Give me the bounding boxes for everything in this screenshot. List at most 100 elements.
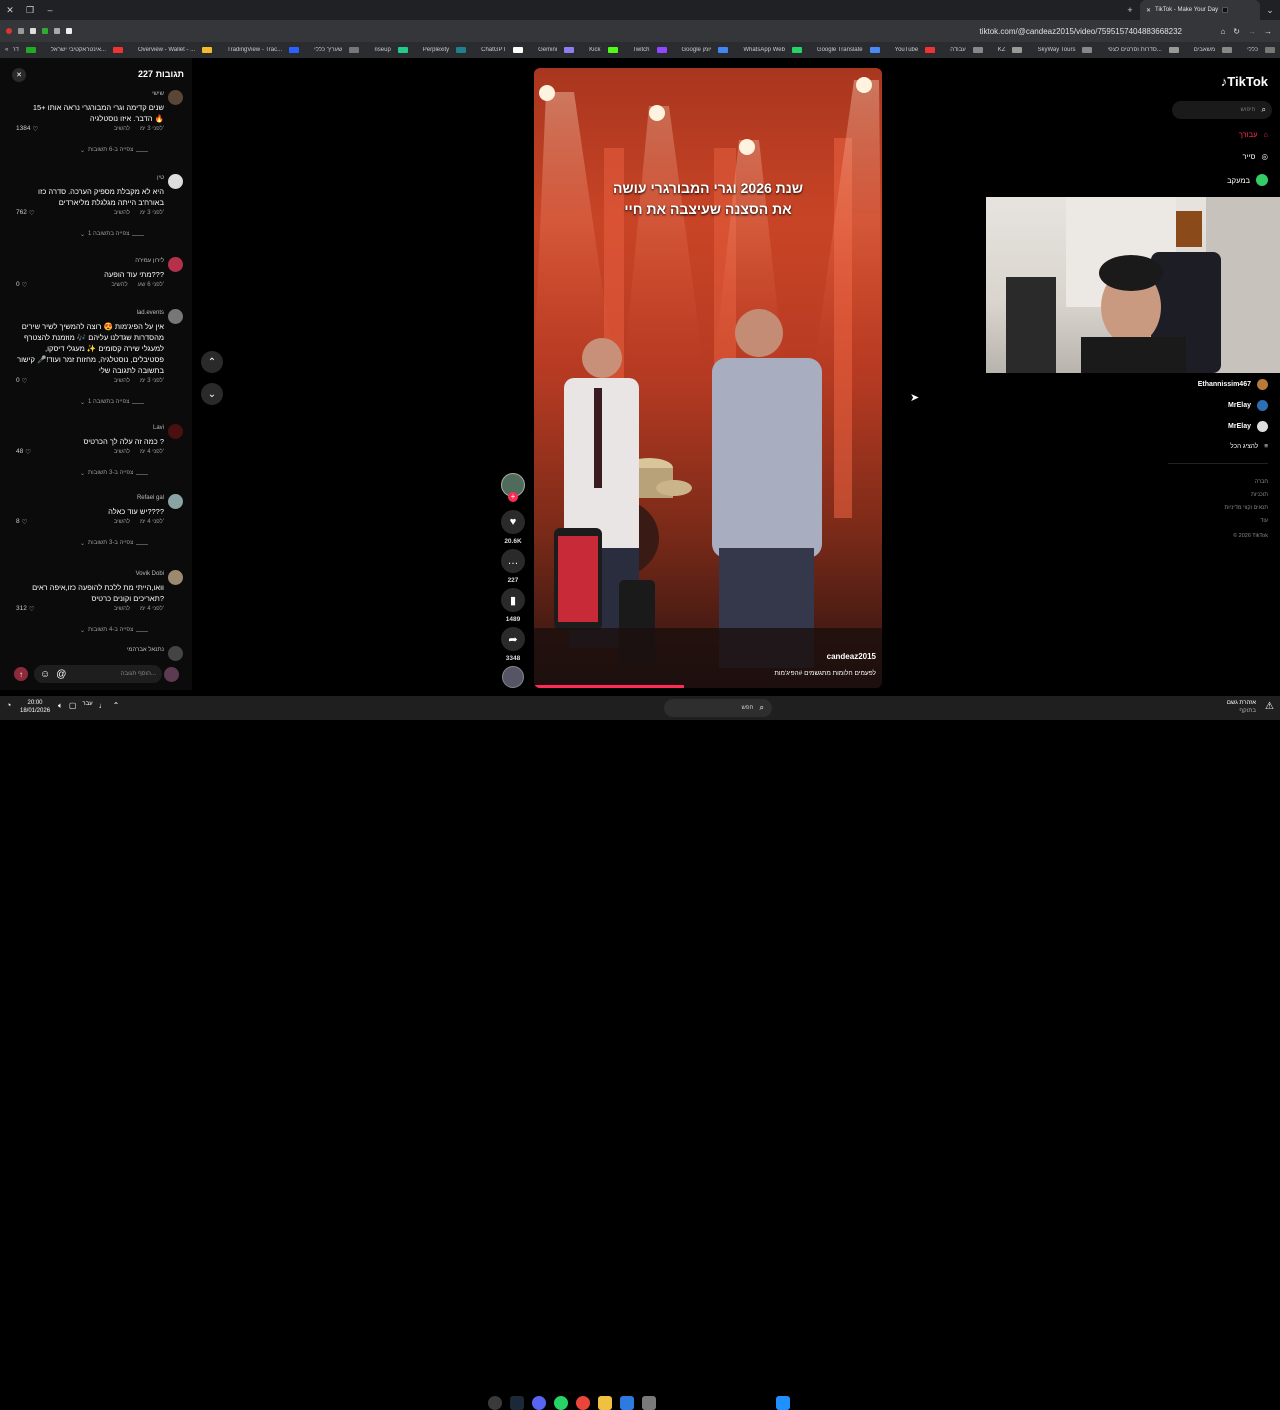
bookmark-item[interactable]: Google Translate bbox=[807, 47, 885, 53]
minimize-icon[interactable]: – bbox=[40, 0, 60, 20]
comment-like-button[interactable]: 312 ♡ bbox=[16, 605, 35, 613]
following-item[interactable]: MrElay bbox=[1228, 421, 1268, 432]
comment-username[interactable]: לירון עמירה bbox=[135, 258, 164, 264]
footer-link[interactable]: תוכניות bbox=[1224, 489, 1268, 502]
footer-link[interactable]: חברה bbox=[1224, 476, 1268, 489]
bookmark-item[interactable]: שעריך כללי bbox=[304, 47, 364, 53]
taskbar-search[interactable]: חפש ⌕ bbox=[664, 699, 772, 717]
reply-link[interactable]: להשיב bbox=[114, 378, 130, 384]
volume-icon[interactable]: 🔈︎ bbox=[58, 701, 63, 711]
video-player[interactable]: שנת 2026 וגרי המבורגרי עושה את הסצנה שעי… bbox=[534, 68, 882, 688]
avatar[interactable] bbox=[168, 309, 183, 324]
comment-username[interactable]: Vovik Dobi bbox=[136, 571, 164, 577]
nav-following[interactable]: במעקב bbox=[1227, 174, 1268, 186]
avatar[interactable] bbox=[168, 90, 183, 105]
comment-username[interactable]: טין bbox=[157, 175, 164, 181]
following-item[interactable]: Ethannissim467 bbox=[1198, 379, 1268, 390]
new-tab-icon[interactable]: + bbox=[1120, 0, 1140, 20]
extension-icon[interactable] bbox=[18, 28, 24, 34]
comment-like-button[interactable]: 8 ♡ bbox=[16, 518, 27, 526]
comment-username[interactable]: Lavi bbox=[153, 425, 164, 431]
steam-icon[interactable] bbox=[510, 1396, 524, 1410]
tab-list-icon[interactable]: ⌄ bbox=[1260, 0, 1280, 20]
bookmark-item[interactable]: Overview - Wallet - ... bbox=[128, 47, 217, 53]
bookmark-item[interactable]: עבודה bbox=[940, 47, 988, 53]
emoji-icon[interactable]: ☺ bbox=[40, 669, 50, 680]
nav-for-you[interactable]: עבורך ⌂ bbox=[1239, 130, 1268, 139]
view-replies-button[interactable]: ⌄ צפייה ב-4 תשובות bbox=[80, 627, 149, 634]
start-menu-icon[interactable] bbox=[776, 1396, 790, 1410]
bookmark-item[interactable]: YouTube bbox=[885, 47, 941, 53]
chrome-icon[interactable] bbox=[488, 1396, 502, 1410]
weather-widget[interactable]: אזהרת גשם בתוקף bbox=[1227, 699, 1256, 715]
reply-link[interactable]: להשיב bbox=[114, 606, 130, 612]
tray-expand-icon[interactable]: ⌃ bbox=[113, 701, 120, 711]
back-icon[interactable]: → bbox=[1264, 27, 1272, 36]
search-input[interactable]: חיפוש ⌕ bbox=[1172, 101, 1272, 119]
reload-icon[interactable]: ↻ bbox=[1233, 27, 1240, 36]
reply-link[interactable]: להשיב bbox=[114, 126, 130, 132]
bookmark-item[interactable]: סדרות וסרטים לצפי... bbox=[1097, 47, 1183, 53]
view-replies-button[interactable]: ⌄ צפייה בתשובה 1 bbox=[80, 399, 145, 406]
discord-icon[interactable] bbox=[532, 1396, 546, 1410]
view-replies-button[interactable]: ⌄ צפייה בתשובה 1 bbox=[80, 231, 145, 238]
home-icon[interactable]: ⌂ bbox=[1220, 27, 1225, 36]
footer-link[interactable]: עוד bbox=[1224, 515, 1268, 528]
reply-link[interactable]: להשיב bbox=[114, 519, 130, 525]
comment-username[interactable]: נתנאל אברהמי bbox=[127, 647, 164, 653]
clock[interactable]: 20:00 18/01/2026 bbox=[20, 699, 50, 715]
view-replies-button[interactable]: ⌄ צפייה ב-3 תשובות bbox=[80, 540, 149, 547]
comment-button[interactable]: … 227 bbox=[501, 549, 525, 584]
language-indicator[interactable]: עבר bbox=[82, 701, 92, 711]
next-video-button[interactable]: ⌄ bbox=[201, 383, 223, 405]
reply-link[interactable]: להשיב bbox=[114, 449, 130, 455]
bookmark-item[interactable]: WhatsApp Web bbox=[733, 47, 807, 53]
wifi-icon[interactable]: ◔ bbox=[6, 700, 11, 710]
mention-icon[interactable]: @ bbox=[56, 669, 66, 680]
bookmark-item[interactable]: KZ bbox=[988, 47, 1028, 53]
avatar[interactable] bbox=[168, 257, 183, 272]
comment-input[interactable]: ☺ @ הוסף תגובה... bbox=[34, 665, 162, 683]
save-button[interactable]: ▮ 1489 bbox=[501, 588, 525, 623]
sound-avatar[interactable] bbox=[501, 666, 525, 688]
network-icon[interactable]: ▢ bbox=[69, 701, 77, 711]
restore-icon[interactable]: ❐ bbox=[20, 0, 40, 20]
bookmark-item[interactable]: כללי bbox=[1237, 47, 1280, 53]
bookmark-item[interactable]: Gemini bbox=[528, 47, 579, 53]
nav-explore[interactable]: סייר ◎ bbox=[1243, 152, 1268, 161]
bookmark-item[interactable]: משאבים bbox=[1184, 47, 1237, 53]
extensions-icon[interactable] bbox=[54, 28, 60, 34]
extension-icon[interactable] bbox=[6, 28, 12, 34]
comment-like-button[interactable]: 762 ♡ bbox=[16, 209, 35, 217]
bookmark-item[interactable]: דרך בכר - דיווח דיווח bbox=[13, 47, 41, 53]
previous-video-button[interactable]: ⌃ bbox=[201, 351, 223, 373]
comment-username[interactable]: שישי bbox=[152, 91, 164, 97]
download-icon[interactable] bbox=[30, 28, 36, 34]
whatsapp-icon[interactable] bbox=[554, 1396, 568, 1410]
avatar[interactable] bbox=[168, 424, 183, 439]
bookmark-item[interactable]: Twitch bbox=[623, 47, 672, 53]
forward-icon[interactable]: → bbox=[1248, 27, 1256, 36]
bookmark-item[interactable]: TradingView - Trac... bbox=[217, 47, 304, 53]
bookmark-item[interactable]: Perplexity bbox=[413, 47, 471, 53]
follow-plus-icon[interactable]: + bbox=[508, 492, 518, 502]
store-icon[interactable] bbox=[620, 1396, 634, 1410]
mic-icon[interactable]: ♩ bbox=[99, 701, 107, 711]
tab-close-icon[interactable]: ✕ bbox=[1146, 7, 1151, 14]
avatar[interactable] bbox=[168, 174, 183, 189]
comment-like-button[interactable]: 0 ♡ bbox=[16, 377, 27, 385]
avatar[interactable] bbox=[168, 646, 183, 661]
file-explorer-icon[interactable] bbox=[598, 1396, 612, 1410]
footer-link[interactable]: תנאים וקווי מדיניות bbox=[1224, 502, 1268, 515]
share-button[interactable]: ➦ 3348 bbox=[501, 627, 525, 662]
comment-like-button[interactable]: 0 ♡ bbox=[16, 281, 27, 289]
bookmark-item[interactable]: Google יומן bbox=[672, 47, 734, 53]
show-all-link[interactable]: להציג הכל ≡ bbox=[1230, 443, 1268, 450]
close-window-icon[interactable]: ✕ bbox=[0, 0, 20, 20]
url-field[interactable]: tiktok.com/@candeaz2015/video/7595157404… bbox=[980, 27, 1191, 36]
video-author[interactable]: candeaz2015 bbox=[827, 652, 876, 661]
like-button[interactable]: ♥ 20.6K bbox=[501, 510, 525, 545]
close-comments-icon[interactable]: ✕ bbox=[12, 68, 26, 82]
bookmarks-overflow-icon[interactable]: « bbox=[0, 47, 13, 53]
browser-tab[interactable]: ✕ TikTok - Make Your Day bbox=[1140, 0, 1260, 20]
